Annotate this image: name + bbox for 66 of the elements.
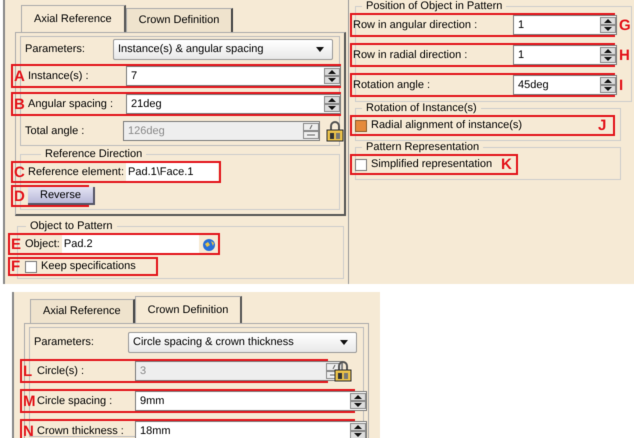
annotation-letter: F (11, 259, 22, 274)
group-title: Object to Pattern (29, 220, 114, 233)
spin-field[interactable]: 21deg (126, 94, 341, 114)
field-label: Circle(s) : (37, 364, 86, 378)
text-field[interactable]: Pad.2 (62, 235, 199, 253)
dropdown[interactable]: Instance(s) & angular spacing (113, 39, 333, 60)
dropdown[interactable]: Circle spacing & crown thickness (128, 332, 357, 353)
group-title: Pattern Representation (365, 141, 480, 154)
annotation-letter: J (598, 118, 608, 133)
spin-field[interactable]: 1 (513, 45, 617, 65)
caret-icon (340, 340, 348, 345)
spin-field[interactable]: 1 (513, 15, 617, 35)
spin-buttons[interactable] (324, 68, 340, 84)
tab[interactable]: Crown Definition (134, 296, 242, 323)
spin-buttons[interactable] (600, 77, 616, 93)
spin-field[interactable]: 7 (126, 66, 341, 86)
group-title: Reference Direction (44, 148, 144, 161)
spin-buttons[interactable] (600, 17, 616, 33)
tab[interactable]: Crown Definition (126, 8, 234, 32)
globe-icon[interactable] (201, 236, 217, 252)
field-label: Instance(s) : (28, 70, 90, 82)
field-label: Row in angular direction : (353, 18, 478, 32)
text-field[interactable]: Pad.1\Face.1 (126, 163, 218, 181)
group-title: Position of Object in Pattern (365, 0, 504, 13)
spin-buttons[interactable] (324, 96, 340, 112)
annotation-letter: E (11, 236, 22, 252)
annotation-letter: N (23, 424, 35, 438)
caret-icon (316, 47, 324, 52)
reverse-button[interactable]: Reverse (28, 187, 95, 205)
spin-field[interactable]: 45deg (513, 75, 617, 95)
checkbox[interactable] (355, 158, 367, 170)
field-label: Parameters: (34, 336, 95, 349)
field-label: Row in radial direction : (353, 48, 468, 62)
checkbox-label: Radial alignment of instance(s) (371, 119, 524, 132)
spin-buttons[interactable] (350, 423, 366, 438)
spin-field[interactable]: 9mm (135, 391, 367, 411)
spin-buttons[interactable] (600, 47, 616, 63)
annotation-letter: I (619, 78, 624, 92)
annotation-letter: H (619, 48, 631, 62)
field-label: Crown thickness : (37, 424, 125, 438)
annotation-letter: B (14, 96, 26, 112)
tab[interactable]: Axial Reference (30, 299, 135, 323)
field-label: Reference element: (28, 166, 124, 178)
annotation-letter: K (501, 157, 513, 172)
spin-field[interactable]: 18mm (135, 421, 367, 438)
field-label: Object: (25, 238, 60, 250)
checkbox[interactable] (25, 260, 37, 272)
field-label: Angular spacing : (28, 98, 114, 110)
field-label: Circle spacing : (37, 394, 114, 408)
lock-icon[interactable] (332, 360, 354, 382)
annotation-letter: G (619, 18, 631, 32)
field-label: Parameters: (25, 43, 86, 56)
annotation-letter: M (23, 394, 35, 408)
annotation-letter: D (14, 188, 26, 204)
checkbox-label: Keep specifications (41, 260, 136, 273)
spin-buttons[interactable] (350, 393, 366, 409)
field-label: Rotation angle : (353, 78, 432, 92)
checkbox-label: Simplified representation (371, 158, 494, 171)
annotation-letter: A (14, 68, 26, 84)
group-title: Rotation of Instance(s) (365, 102, 478, 115)
checkbox[interactable] (355, 120, 367, 132)
annotation-letter: L (23, 364, 34, 378)
field-label: Total angle : (25, 124, 86, 138)
tab[interactable]: Axial Reference (21, 5, 126, 32)
lock-icon[interactable] (324, 120, 346, 142)
annotation-letter: C (14, 164, 26, 180)
